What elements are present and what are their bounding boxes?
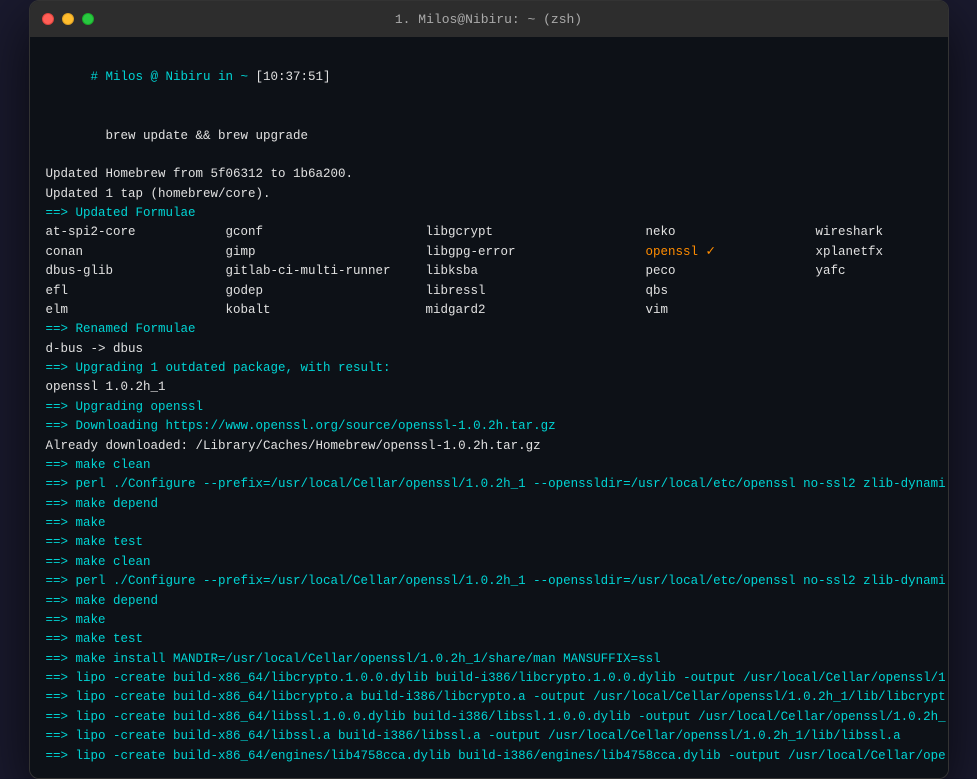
formula-cell: neko (646, 223, 816, 242)
titlebar: 1. Milos@Nibiru: ~ (zsh) (30, 1, 948, 37)
perl-configure-1: ==> perl ./Configure --prefix=/usr/local… (46, 475, 932, 494)
output-line: Updated 1 tap (homebrew/core). (46, 185, 932, 204)
prompt-user: # Milos @ Nibiru in ~ (91, 70, 256, 84)
formula-cell: gconf (226, 223, 426, 242)
window-title: 1. Milos@Nibiru: ~ (zsh) (395, 12, 582, 27)
formula-cell: peco (646, 262, 816, 281)
formula-cell: midgard2 (426, 301, 646, 320)
lipo-1: ==> lipo -create build-x86_64/libcrypto.… (46, 669, 932, 688)
make-depend-1: ==> make depend (46, 495, 932, 514)
formula-cell: vim (646, 301, 816, 320)
formula-cell: libressl (426, 282, 646, 301)
formula-cell: libksba (426, 262, 646, 281)
renamed-line: d-bus -> dbus (46, 340, 932, 359)
terminal-window: 1. Milos@Nibiru: ~ (zsh) # Milos @ Nibir… (29, 0, 949, 779)
formula-cell: elm (46, 301, 226, 320)
lipo-2: ==> lipo -create build-x86_64/libcrypto.… (46, 688, 932, 707)
make-clean-2: ==> make clean (46, 553, 932, 572)
arrow-header-renamed: ==> Renamed Formulae (46, 320, 932, 339)
arrow-header-upgrading: ==> Upgrading 1 outdated package, with r… (46, 359, 932, 378)
lipo-3: ==> lipo -create build-x86_64/libssl.1.0… (46, 708, 932, 727)
formula-cell: yafc (816, 262, 948, 281)
formula-cell: xplanetfx (816, 243, 948, 262)
formula-cell: qbs (646, 282, 816, 301)
formula-cell: efl (46, 282, 226, 301)
formula-cell: gimp (226, 243, 426, 262)
prompt-line: # Milos @ Nibiru in ~ [10:37:51] (46, 49, 932, 107)
arrow-header-updated: ==> Updated Formulae (46, 204, 932, 223)
prompt-time: [10:37:51] (256, 70, 331, 84)
make-1: ==> make (46, 514, 932, 533)
make-test-1: ==> make test (46, 533, 932, 552)
make-clean-1: ==> make clean (46, 456, 932, 475)
formula-cell: dbus-glib (46, 262, 226, 281)
openssl-version: openssl 1.0.2h_1 (46, 378, 932, 397)
formula-cell: conan (46, 243, 226, 262)
make-2: ==> make (46, 611, 932, 630)
formula-cell: godep (226, 282, 426, 301)
formula-cell: at-spi2-core (46, 223, 226, 242)
formulae-grid: at-spi2-core gconf libgcrypt neko wiresh… (46, 223, 932, 320)
lipo-4: ==> lipo -create build-x86_64/libssl.a b… (46, 727, 932, 746)
arrow-header-upgrading-openssl: ==> Upgrading openssl (46, 398, 932, 417)
traffic-lights[interactable] (42, 13, 94, 25)
formula-cell (816, 282, 948, 301)
command-text: brew update && brew upgrade (91, 129, 309, 143)
formula-cell: wireshark (816, 223, 948, 242)
lipo-5: ==> lipo -create build-x86_64/engines/li… (46, 747, 932, 766)
output-line: Updated Homebrew from 5f06312 to 1b6a200… (46, 165, 932, 184)
make-install: ==> make install MANDIR=/usr/local/Cella… (46, 650, 932, 669)
arrow-header-downloading: ==> Downloading https://www.openssl.org/… (46, 417, 932, 436)
formula-cell: gitlab-ci-multi-runner (226, 262, 426, 281)
formula-cell-openssl: openssl ✓ (646, 243, 816, 262)
close-button[interactable] (42, 13, 54, 25)
perl-configure-2: ==> perl ./Configure --prefix=/usr/local… (46, 572, 932, 591)
make-depend-2: ==> make depend (46, 592, 932, 611)
make-test-2: ==> make test (46, 630, 932, 649)
minimize-button[interactable] (62, 13, 74, 25)
formula-cell (816, 301, 948, 320)
formula-cell: kobalt (226, 301, 426, 320)
formula-cell: libgcrypt (426, 223, 646, 242)
already-downloaded: Already downloaded: /Library/Caches/Home… (46, 437, 932, 456)
formula-cell: libgpg-error (426, 243, 646, 262)
command-line: brew update && brew upgrade (46, 107, 932, 165)
maximize-button[interactable] (82, 13, 94, 25)
